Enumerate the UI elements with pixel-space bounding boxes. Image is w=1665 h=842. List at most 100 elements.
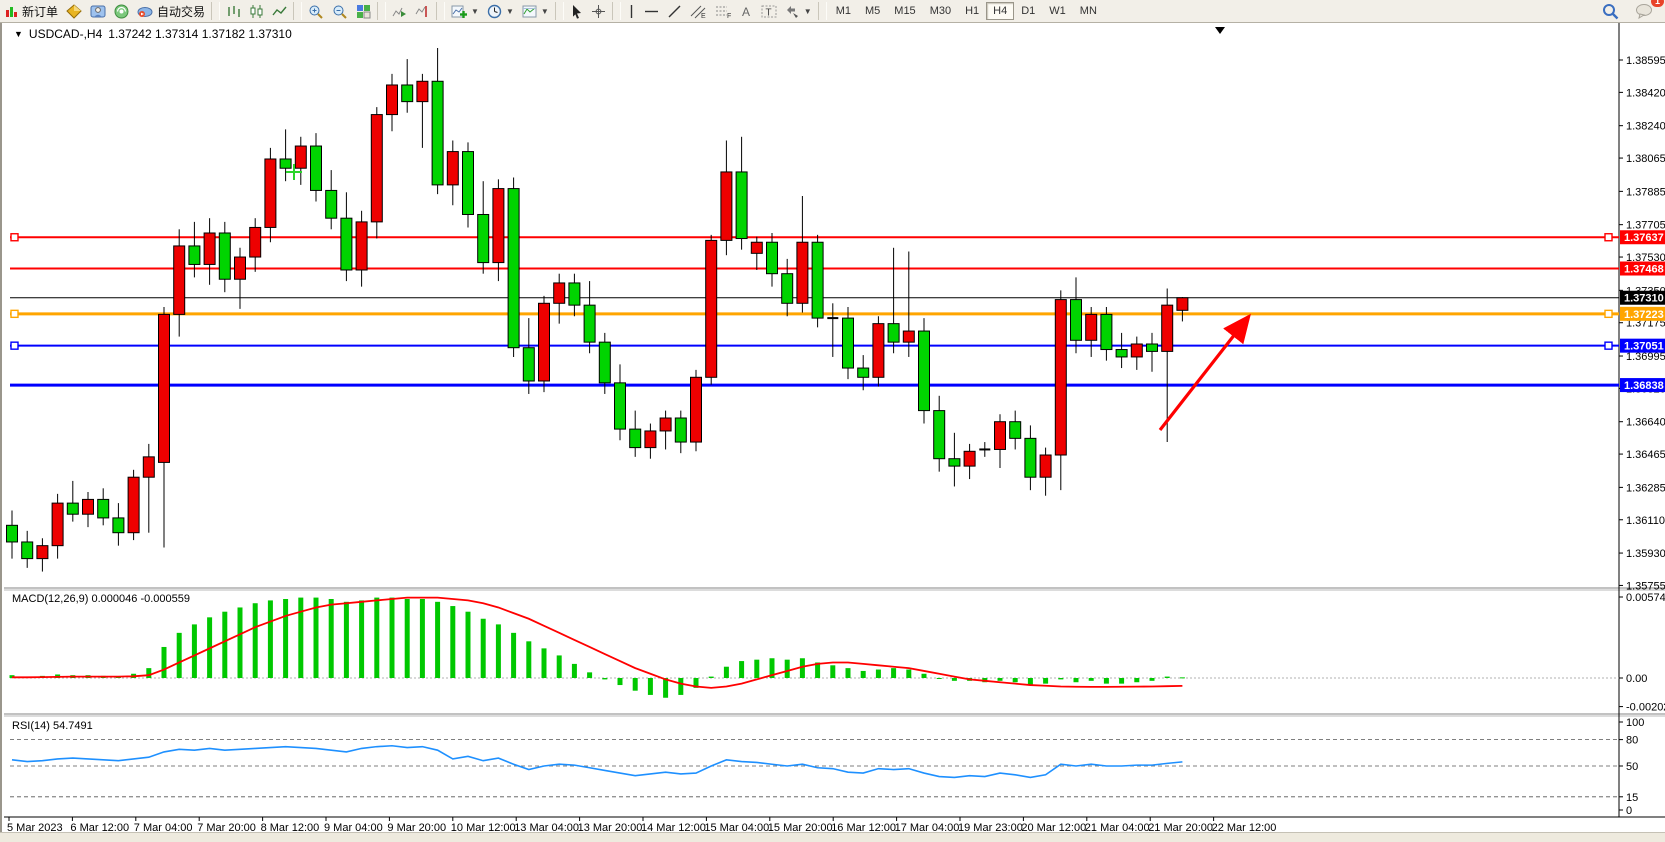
macd-bar xyxy=(450,606,455,678)
chart-canvas[interactable]: 1.385951.384201.382401.380651.378851.377… xyxy=(2,23,1665,833)
macd-bar xyxy=(1074,678,1079,682)
macd-bar xyxy=(1119,678,1124,684)
fibonacci-button[interactable]: F xyxy=(711,1,736,21)
signal-icon xyxy=(114,4,129,19)
dropdown-arrow-icon[interactable]: ▼ xyxy=(506,7,514,16)
trendline-button[interactable] xyxy=(663,1,686,21)
toolbar-button-label: 新订单 xyxy=(22,3,58,20)
dropdown-arrow-icon[interactable]: ▼ xyxy=(471,7,479,16)
macd-bar xyxy=(466,612,471,678)
search-icon xyxy=(1602,3,1619,20)
macd-bar xyxy=(405,599,410,678)
bull-candle xyxy=(387,85,398,115)
zoom-out-button[interactable] xyxy=(328,1,352,21)
macd-bar xyxy=(1013,678,1018,682)
bars-chart-button[interactable] xyxy=(222,1,245,21)
price-axis-label: 1.36110 xyxy=(1626,515,1665,527)
chart-shift-marker[interactable] xyxy=(1215,27,1225,34)
add-indicator-button[interactable]: ▼ xyxy=(447,1,483,21)
timeframe-button-d1[interactable]: D1 xyxy=(1014,2,1042,20)
resistance-line-1-handle-right[interactable] xyxy=(1605,234,1612,241)
shift-chart-button[interactable] xyxy=(411,1,434,21)
resistance-line-1-handle-left[interactable] xyxy=(11,234,18,241)
vline-icon xyxy=(627,4,636,19)
rsi-axis-label: 15 xyxy=(1626,792,1638,804)
tile-windows-button[interactable] xyxy=(352,1,375,21)
timeframe-button-h1[interactable]: H1 xyxy=(958,2,986,20)
bear-candle xyxy=(402,85,413,102)
macd-bar xyxy=(526,641,531,678)
macd-bar xyxy=(420,599,425,678)
price-axis-label: 1.36285 xyxy=(1626,482,1665,494)
line-chart-button[interactable] xyxy=(268,1,291,21)
timeframe-button-mn[interactable]: MN xyxy=(1073,2,1104,20)
bars-chart-icon xyxy=(226,4,241,19)
gold-diamond-icon xyxy=(66,4,82,19)
toolbar-group xyxy=(304,0,375,22)
crosshair-button[interactable] xyxy=(587,1,610,21)
macd-bar xyxy=(922,674,927,678)
text-label-button[interactable]: T xyxy=(757,1,781,21)
price-tag-label: 1.37468 xyxy=(1624,264,1664,276)
bull-candle xyxy=(903,331,914,342)
bull-candle xyxy=(159,314,170,462)
macd-bar xyxy=(724,667,729,678)
macd-bar xyxy=(846,668,851,678)
candles-chart-button[interactable] xyxy=(245,1,268,21)
bear-candle xyxy=(736,172,747,239)
dropdown-arrow-icon[interactable]: ▼ xyxy=(804,7,812,16)
channel-button[interactable]: E xyxy=(686,1,711,21)
timeframe-button-m30[interactable]: M30 xyxy=(923,2,958,20)
macd-bar xyxy=(906,670,911,678)
templates-button[interactable]: ▼ xyxy=(518,1,553,21)
rsi-axis-label: 100 xyxy=(1626,717,1644,729)
zoom-in-button[interactable] xyxy=(304,1,328,21)
vline-button[interactable] xyxy=(623,1,640,21)
support-line-1-handle-right[interactable] xyxy=(1605,342,1612,349)
pivot-line-handle-left[interactable] xyxy=(11,310,18,317)
dropdown-arrow-icon[interactable]: ▼ xyxy=(541,7,549,16)
macd-bar xyxy=(709,677,714,678)
macd-bar xyxy=(268,600,273,678)
macd-signal-line xyxy=(12,598,1182,688)
price-axis-label: 1.38420 xyxy=(1626,87,1665,99)
fibonacci-icon: F xyxy=(715,4,732,19)
macd-bar xyxy=(785,660,790,678)
macd-bar xyxy=(1180,677,1185,678)
timeframe-button-m1[interactable]: M1 xyxy=(829,2,858,20)
chat-button[interactable]: 1 xyxy=(1631,1,1657,21)
cursor-button[interactable] xyxy=(566,1,587,21)
timeframe-button-m15[interactable]: M15 xyxy=(887,2,922,20)
periods-clock-button[interactable]: ▼ xyxy=(483,1,518,21)
bear-candle xyxy=(630,429,641,448)
timeframe-button-w1[interactable]: W1 xyxy=(1042,2,1073,20)
search-button[interactable] xyxy=(1598,1,1623,21)
support-line-1-handle-left[interactable] xyxy=(11,342,18,349)
text-button[interactable]: A xyxy=(736,1,757,21)
shapes-button[interactable]: ▼ xyxy=(781,1,816,21)
shift-end-button[interactable] xyxy=(388,1,411,21)
new-order-button[interactable]: 新订单 xyxy=(0,1,62,21)
macd-bar xyxy=(678,678,683,695)
bull-candle xyxy=(645,431,656,448)
macd-axis-label: 0.005741 xyxy=(1626,592,1665,604)
bear-candle xyxy=(843,318,854,368)
signal-button[interactable] xyxy=(110,1,133,21)
profile-button[interactable] xyxy=(86,1,110,21)
chat-icon xyxy=(1635,3,1653,19)
cursor-icon xyxy=(570,4,583,19)
timeframe-button-h4[interactable]: H4 xyxy=(986,2,1014,20)
hline-button[interactable] xyxy=(640,1,663,21)
timeframe-button-m5[interactable]: M5 xyxy=(858,2,887,20)
toolbar-separator xyxy=(293,2,302,20)
macd-bar xyxy=(633,678,638,691)
trendline-icon xyxy=(667,4,682,19)
macd-bar xyxy=(238,607,243,678)
gold-diamond-button[interactable] xyxy=(62,1,86,21)
channel-icon: E xyxy=(690,4,707,19)
pivot-line-handle-right[interactable] xyxy=(1605,310,1612,317)
autotrade-cloud-button[interactable]: 自动交易 xyxy=(133,1,209,21)
macd-bar xyxy=(298,598,303,678)
text-icon: A xyxy=(740,4,753,19)
price-tag-label: 1.37223 xyxy=(1624,309,1664,321)
